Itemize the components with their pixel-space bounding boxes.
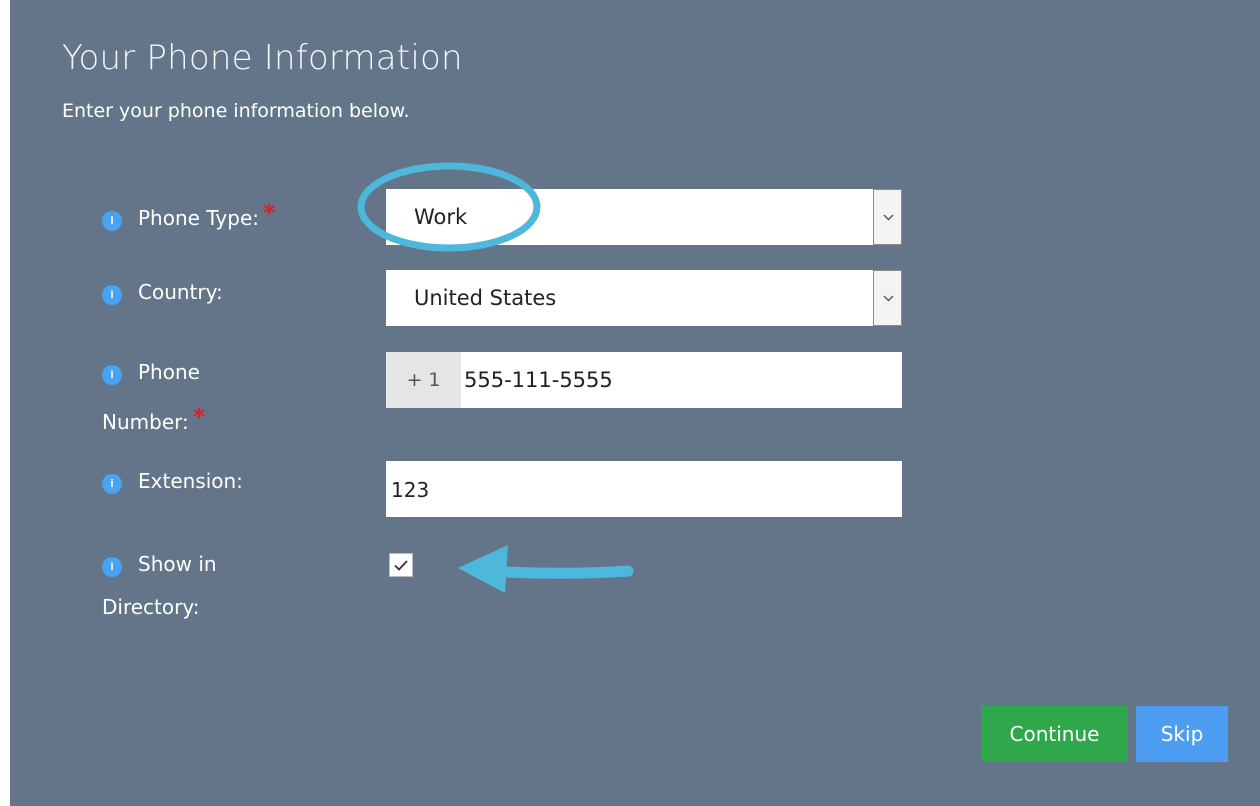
arrow-annotation	[458, 545, 634, 593]
highlight-ellipse	[357, 162, 541, 252]
annotation-overlay	[357, 162, 634, 593]
